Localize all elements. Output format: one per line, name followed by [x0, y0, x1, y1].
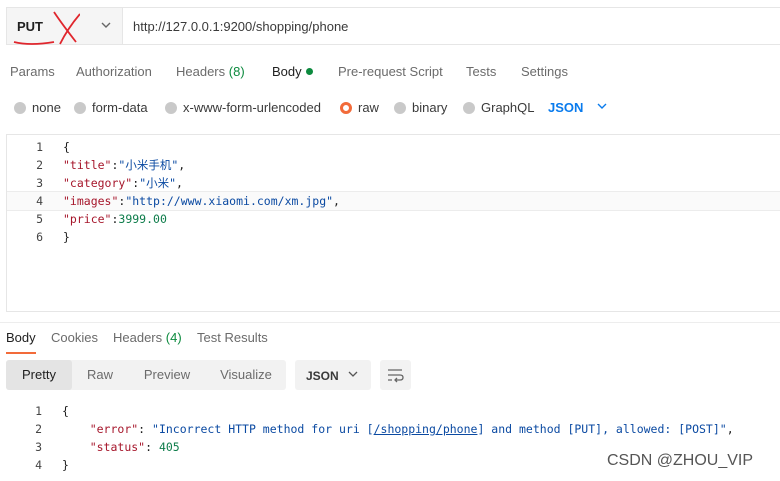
- radio-raw[interactable]: raw: [340, 100, 379, 115]
- body-format-select[interactable]: JSON: [548, 100, 609, 115]
- tab-body[interactable]: Body: [272, 64, 313, 79]
- radio-dot-icon: [165, 102, 177, 114]
- radio-label: form-data: [92, 100, 148, 115]
- radio-form-data[interactable]: form-data: [74, 100, 148, 115]
- code-text: "category":"小米",: [63, 176, 183, 190]
- line-number: 3: [35, 440, 42, 454]
- body-format-label: JSON: [548, 100, 584, 115]
- line-number: 5: [36, 212, 43, 226]
- line-number: 2: [35, 422, 42, 436]
- response-tabs: Body Cookies Headers (4) Test Results: [0, 322, 780, 354]
- tab-tests[interactable]: Tests: [466, 64, 496, 79]
- radio-binary[interactable]: binary: [394, 100, 447, 115]
- url-bar: PUT http://127.0.0.1:9200/shopping/phone: [6, 7, 780, 45]
- view-mode-bar: Pretty Raw Preview Visualize: [6, 360, 286, 390]
- chevron-down-icon: [101, 22, 111, 28]
- chevron-down-icon: [348, 371, 358, 377]
- request-body-editor[interactable]: 1 { 2 "title":"小米手机", 3 "category":"小米",…: [6, 134, 780, 312]
- radio-selected-icon: [340, 102, 352, 114]
- radio-label: GraphQL: [481, 100, 535, 115]
- line-number: 1: [36, 140, 43, 154]
- code-line: 2 "title":"小米手机",: [7, 156, 780, 174]
- response-tab-headers[interactable]: Headers (4): [113, 330, 182, 345]
- line-number: 6: [36, 230, 43, 244]
- code-line-highlighted: 4 "images":"http://www.xiaomi.com/xm.jpg…: [7, 191, 780, 211]
- code-text: "error": "Incorrect HTTP method for uri …: [89, 422, 734, 436]
- watermark: CSDN @ZHOU_VIP: [607, 452, 754, 469]
- radio-label: none: [32, 100, 61, 115]
- tab-body-label: Body: [272, 64, 302, 79]
- tab-headers-label: Headers: [176, 64, 226, 79]
- wrap-lines-button[interactable]: [380, 360, 411, 390]
- tab-settings[interactable]: Settings: [521, 64, 568, 79]
- radio-none[interactable]: none: [14, 100, 61, 115]
- code-text: {: [62, 404, 69, 418]
- code-text: "status": 405: [89, 440, 180, 454]
- radio-dot-icon: [74, 102, 86, 114]
- line-number: 4: [36, 194, 43, 208]
- tab-pre-request-script[interactable]: Pre-request Script: [338, 64, 443, 79]
- radio-label: raw: [358, 100, 379, 115]
- tab-params[interactable]: Params: [10, 64, 55, 79]
- modified-dot-icon: [305, 68, 313, 75]
- line-number: 4: [35, 458, 42, 472]
- radio-dot-icon: [463, 102, 475, 114]
- radio-label: binary: [412, 100, 448, 115]
- view-raw-button[interactable]: Raw: [74, 360, 126, 390]
- radio-dot-icon: [14, 102, 26, 114]
- cross-annotation-icon: [13, 11, 80, 45]
- request-tabs: Params Authorization Headers (8) Body Pr…: [0, 56, 780, 86]
- view-pretty-button[interactable]: Pretty: [6, 360, 72, 390]
- line-number: 3: [36, 176, 43, 190]
- tab-authorization[interactable]: Authorization: [76, 64, 152, 79]
- view-visualize-button[interactable]: Visualize: [208, 360, 284, 390]
- view-preview-button[interactable]: Preview: [134, 360, 200, 390]
- code-text: "price":3999.00: [63, 212, 167, 226]
- response-format-label: JSON: [306, 369, 339, 383]
- code-text: }: [62, 458, 69, 472]
- uri-link[interactable]: /shopping/phone: [374, 422, 478, 436]
- response-format-select[interactable]: JSON: [295, 360, 371, 390]
- response-tab-headers-label: Headers: [113, 330, 163, 345]
- response-headers-count: (4): [165, 330, 182, 345]
- wrap-lines-icon: [388, 369, 404, 383]
- line-number: 2: [36, 158, 43, 172]
- line-number: 1: [35, 404, 42, 418]
- response-line: 1 {: [0, 402, 780, 420]
- response-tab-cookies[interactable]: Cookies: [51, 330, 98, 345]
- radio-dot-icon: [394, 102, 406, 114]
- code-line: 1 {: [7, 138, 780, 156]
- headers-count: (8): [228, 64, 245, 79]
- response-line: 2 "error": "Incorrect HTTP method for ur…: [0, 420, 780, 438]
- code-line: 5 "price":3999.00: [7, 210, 780, 228]
- code-text: "title":"小米手机",: [63, 158, 186, 172]
- code-line: 3 "category":"小米",: [7, 174, 780, 192]
- code-text: }: [63, 230, 70, 244]
- tab-headers[interactable]: Headers (8): [176, 64, 245, 79]
- response-tab-body[interactable]: Body: [6, 330, 36, 354]
- code-line: 6 }: [7, 228, 780, 246]
- radio-graphql[interactable]: GraphQL: [463, 100, 534, 115]
- url-input[interactable]: http://127.0.0.1:9200/shopping/phone: [133, 19, 348, 34]
- code-text: {: [63, 140, 70, 154]
- radio-x-www-form-urlencoded[interactable]: x-www-form-urlencoded: [165, 100, 321, 115]
- chevron-down-icon: [597, 103, 607, 109]
- response-tab-test-results[interactable]: Test Results: [197, 330, 268, 345]
- radio-label: x-www-form-urlencoded: [183, 100, 321, 115]
- code-text: "images":"http://www.xiaomi.com/xm.jpg",: [63, 194, 340, 208]
